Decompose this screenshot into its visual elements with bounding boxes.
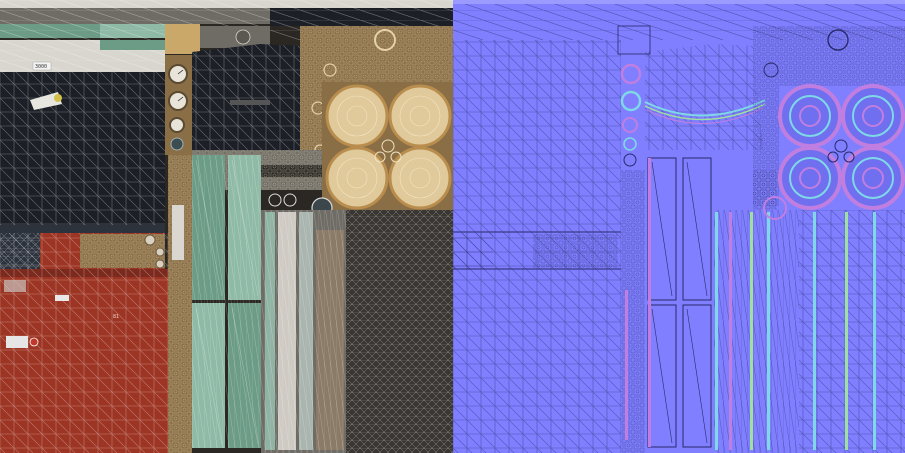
small-label xyxy=(55,295,69,301)
metal-grate xyxy=(346,210,453,453)
narrow-strips xyxy=(168,155,192,453)
fan-blade-disc xyxy=(841,84,905,148)
dark-panel xyxy=(0,72,165,233)
normal-mid-strips xyxy=(453,233,618,269)
normal-grate xyxy=(799,210,905,453)
dark-shroud-panel xyxy=(192,44,310,150)
tag-pin xyxy=(54,94,62,102)
fan-blade-disc xyxy=(325,146,389,210)
panel-mark: 81 xyxy=(113,314,119,320)
vent-slot xyxy=(230,100,270,105)
gauges-column xyxy=(165,55,192,155)
normal-shroud xyxy=(644,44,766,150)
sticker-text: 3000 xyxy=(35,64,47,70)
hazard-label xyxy=(6,336,28,348)
fan-blade-disc xyxy=(388,84,452,148)
worn-patch xyxy=(4,280,26,292)
fan-blade-disc xyxy=(325,84,389,148)
normal-pipe-rods xyxy=(714,170,799,453)
hazard-icon xyxy=(29,337,39,347)
fan-blade-disc xyxy=(841,146,905,210)
texture-sheet: 3000 81 xyxy=(0,0,905,453)
pressure-gauge xyxy=(168,91,188,111)
green-panels xyxy=(192,155,261,448)
fan-group xyxy=(322,82,453,210)
pressure-gauge xyxy=(169,117,185,133)
albedo-texture-atlas: 3000 81 xyxy=(0,0,453,453)
normal-map-atlas xyxy=(453,0,905,453)
fan-blade-disc xyxy=(778,84,842,148)
fan-blade-disc xyxy=(778,146,842,210)
gauge-strip xyxy=(80,234,165,269)
pressure-gauge xyxy=(168,64,188,84)
pipe-rods xyxy=(261,210,346,453)
normal-narrow-strips xyxy=(621,170,645,453)
fan-blade-disc xyxy=(388,146,452,210)
